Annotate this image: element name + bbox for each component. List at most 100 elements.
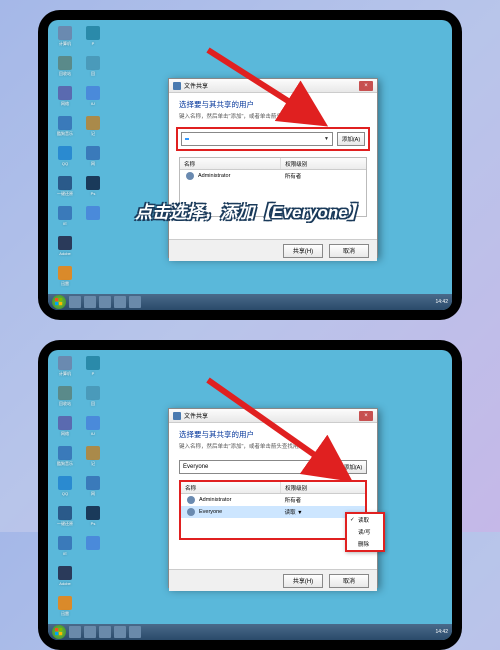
desktop-icon[interactable]: P <box>82 26 104 52</box>
perm-option-readwrite[interactable]: 读/写 <box>347 526 383 538</box>
desktop-icon[interactable]: 酷狗音乐 <box>54 446 76 472</box>
tablet-frame-bottom: 计算机回收站网络酷狗音乐 QQ 一键还原 IE Adobe 迅雷 P回 iU 记网 Ps 文件共… <box>38 340 462 650</box>
desktop-icon[interactable]: 回 <box>82 386 104 412</box>
start-button[interactable] <box>52 295 66 309</box>
desktop-icon[interactable]: QQ <box>54 476 76 502</box>
combo-selected <box>185 138 189 140</box>
col-name: 名称 <box>180 158 281 169</box>
desktop-icon[interactable]: Adobe <box>54 566 76 592</box>
taskbar[interactable]: 14:42 <box>48 294 452 310</box>
user-icon <box>187 496 195 504</box>
desktop-icon[interactable]: 一键还原 <box>54 506 76 532</box>
user-combobox[interactable]: Everyone ▼ <box>179 460 335 474</box>
desktop-icon[interactable]: Ps <box>82 176 104 202</box>
perm-option-remove[interactable]: 删除 <box>347 538 383 550</box>
desktop-icon[interactable]: 一键还原 <box>54 176 76 202</box>
list-header: 名称 权限级别 <box>181 482 365 494</box>
list-row-admin[interactable]: Administrator 所有者 <box>181 494 365 506</box>
task-icon[interactable] <box>114 626 126 638</box>
desktop-icon[interactable]: 迅雷 <box>54 266 76 292</box>
dialog-titlebar[interactable]: 文件共享 × <box>169 79 377 93</box>
desktop-icon[interactable]: P <box>82 356 104 382</box>
dialog-header: 选择要与其共享的用户 键入名称，然后单击"添加"，或者单击箭头查找用户。 <box>169 423 377 454</box>
task-icon[interactable] <box>84 296 96 308</box>
list-row-admin[interactable]: Administrator 所有者 <box>180 170 366 182</box>
permission-dropdown-menu[interactable]: ✓读取 读/写 删除 <box>345 512 385 552</box>
dialog-header: 选择要与其共享的用户 键入名称，然后单击"添加"，或者单击箭头查找用户。 <box>169 93 377 124</box>
task-icon[interactable] <box>114 296 126 308</box>
task-icon[interactable] <box>84 626 96 638</box>
desktop-icon[interactable]: IE <box>54 206 76 232</box>
tray-time: 14:42 <box>435 299 448 305</box>
desktop-icon[interactable]: 酷狗音乐 <box>54 116 76 142</box>
task-icon[interactable] <box>69 296 81 308</box>
user-icon <box>187 508 195 516</box>
close-icon[interactable]: × <box>359 411 373 421</box>
task-icon[interactable] <box>69 626 81 638</box>
dialog-body: Everyone ▼ 添加(A) 名称 权限级别 Administrator 所… <box>169 454 377 569</box>
system-tray[interactable]: 14:42 <box>435 629 448 635</box>
desktop-screen: 计算机回收站网络酷狗音乐 QQ 一键还原 IE Adobe 迅雷 P回 iU 记网 Ps 文件共… <box>48 350 452 640</box>
desktop-icon[interactable]: 迅雷 <box>54 596 76 622</box>
tablet-frame-top: 计算机回收站网络酷狗音乐 QQ 一键还原 IE Adobe 迅雷 P回 iU 记网 Ps 文件共… <box>38 10 462 320</box>
dialog-titlebar[interactable]: 文件共享 × <box>169 409 377 423</box>
desktop-icon[interactable]: IE <box>54 536 76 562</box>
window-icon <box>173 412 181 420</box>
desktop-icons-col2: P回 iU 记网 Ps <box>82 26 138 232</box>
desktop-icon[interactable]: iU <box>82 86 104 112</box>
desktop-icon[interactable]: Ps <box>82 506 104 532</box>
chevron-down-icon[interactable]: ▼ <box>324 136 329 142</box>
dialog-title-text: 文件共享 <box>184 411 208 420</box>
desktop-icon[interactable]: 网络 <box>54 416 76 442</box>
chevron-down-icon[interactable]: ▼ <box>326 464 331 470</box>
cancel-button[interactable]: 取消 <box>329 244 369 258</box>
dialog-heading: 选择要与其共享的用户 <box>179 429 367 440</box>
user-input-row: Everyone ▼ 添加(A) <box>179 460 367 474</box>
instruction-caption: 点击选择，添加【Everyone】 <box>135 198 365 223</box>
desktop-icon[interactable]: 回收站 <box>54 56 76 82</box>
desktop-icon[interactable]: 记 <box>82 446 104 472</box>
desktop-icon[interactable] <box>82 536 104 562</box>
dialog-footer: 共享(H) 取消 <box>169 569 377 591</box>
dialog-footer: 共享(H) 取消 <box>169 239 377 261</box>
desktop-icon[interactable]: 计算机 <box>54 356 76 382</box>
desktop-icons-col2-b: P回 iU 记网 Ps <box>82 356 138 562</box>
desktop-icon[interactable]: 网 <box>82 476 104 502</box>
share-button[interactable]: 共享(H) <box>283 244 323 258</box>
desktop-icon[interactable]: 记 <box>82 116 104 142</box>
task-icon[interactable] <box>99 626 111 638</box>
add-button[interactable]: 添加(A) <box>339 460 367 474</box>
desktop-icon[interactable]: Adobe <box>54 236 76 262</box>
share-button[interactable]: 共享(H) <box>283 574 323 588</box>
user-input-row: ▼ 添加(A) <box>176 127 370 151</box>
desktop-icon[interactable]: iU <box>82 416 104 442</box>
task-icon[interactable] <box>99 296 111 308</box>
desktop-icon[interactable]: 计算机 <box>54 26 76 52</box>
desktop-icon[interactable]: 回 <box>82 56 104 82</box>
taskbar[interactable]: 14:42 <box>48 624 452 640</box>
desktop-icon[interactable]: 回收站 <box>54 386 76 412</box>
close-icon[interactable]: × <box>359 81 373 91</box>
perm-option-read[interactable]: ✓读取 <box>347 514 383 526</box>
task-icon[interactable] <box>129 626 141 638</box>
cancel-button[interactable]: 取消 <box>329 574 369 588</box>
user-combobox[interactable]: ▼ <box>181 132 333 146</box>
col-perm: 权限级别 <box>281 158 366 169</box>
task-icon[interactable] <box>129 296 141 308</box>
desktop-screen: 计算机回收站网络酷狗音乐 QQ 一键还原 IE Adobe 迅雷 P回 iU 记网 Ps 文件共… <box>48 20 452 310</box>
dialog-subtext: 键入名称，然后单击"添加"，或者单击箭头查找用户。 <box>179 112 367 120</box>
system-tray[interactable]: 14:42 <box>435 299 448 305</box>
add-button[interactable]: 添加(A) <box>337 132 365 146</box>
desktop-icon[interactable]: QQ <box>54 146 76 172</box>
combo-value: Everyone <box>183 464 208 470</box>
list-row-everyone[interactable]: Everyone 读取 ▼ <box>181 506 365 518</box>
file-sharing-dialog: 文件共享 × 选择要与其共享的用户 键入名称，然后单击"添加"，或者单击箭头查找… <box>168 78 378 258</box>
col-perm: 权限级别 <box>281 482 365 493</box>
desktop-icon[interactable]: 网 <box>82 146 104 172</box>
dialog-heading: 选择要与其共享的用户 <box>179 99 367 110</box>
desktop-icon[interactable] <box>82 206 104 232</box>
start-button[interactable] <box>52 625 66 639</box>
dialog-subtext: 键入名称，然后单击"添加"，或者单击箭头查找用户。 <box>179 442 367 450</box>
desktop-icon[interactable]: 网络 <box>54 86 76 112</box>
window-icon <box>173 82 181 90</box>
